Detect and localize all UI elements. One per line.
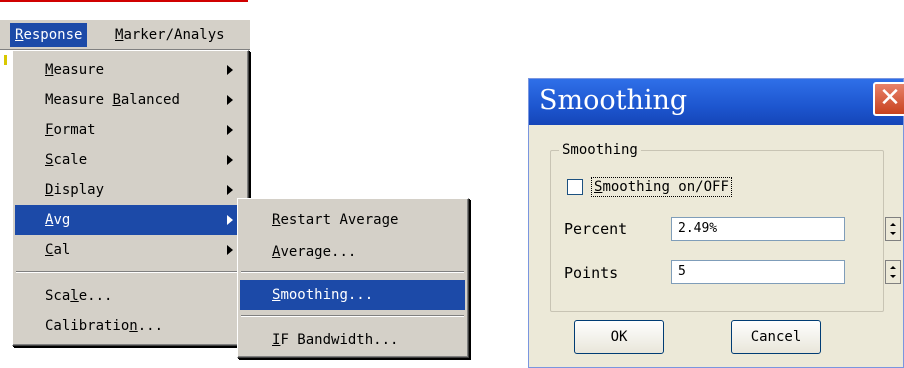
menu-separator	[241, 271, 464, 273]
points-input[interactable]: 5	[671, 260, 845, 284]
window-top-edge	[0, 0, 248, 2]
menu-item-display[interactable]: Display	[15, 175, 245, 205]
smoothing-dialog: Smoothing ✕ Smoothing Smoothing on/OFF P…	[528, 78, 904, 368]
submenu-item-average[interactable]: Average...	[240, 237, 465, 267]
submenu-item-if-bandwidth[interactable]: IF Bandwidth...	[240, 325, 465, 355]
ok-button[interactable]: OK	[574, 320, 664, 354]
menu-bar: Response Marker/Analys	[0, 20, 250, 50]
menu-item-cal[interactable]: Cal	[15, 235, 245, 265]
submenu-arrow-icon	[227, 215, 233, 225]
avg-submenu: Restart Average Average... Smoothing... …	[237, 198, 469, 358]
menu-item-avg[interactable]: Avg	[15, 205, 245, 235]
dialog-titlebar: Smoothing ✕	[529, 79, 904, 125]
close-icon[interactable]: ✕	[873, 82, 904, 116]
submenu-item-smoothing[interactable]: Smoothing...	[240, 280, 465, 310]
percent-label: Percent	[564, 220, 628, 238]
submenu-arrow-icon	[227, 95, 233, 105]
submenu-arrow-icon	[227, 245, 233, 255]
smoothing-checkbox[interactable]	[567, 179, 583, 195]
points-label: Points	[564, 264, 619, 282]
percent-spinner-icon[interactable]	[885, 217, 901, 241]
submenu-item-restart-average[interactable]: Restart Average	[240, 205, 465, 235]
menu-item-scale-dialog[interactable]: Scale...	[15, 281, 245, 311]
menu-response[interactable]: Response	[10, 23, 88, 47]
submenu-arrow-icon	[227, 65, 233, 75]
menu-item-calibration[interactable]: Calibration...	[15, 311, 245, 341]
points-spinner-icon[interactable]	[885, 260, 901, 284]
menu-separator	[241, 315, 464, 317]
submenu-arrow-icon	[227, 185, 233, 195]
group-label: Smoothing	[559, 141, 641, 159]
menu-item-format[interactable]: Format	[15, 115, 245, 145]
menu-item-scale[interactable]: Scale	[15, 145, 245, 175]
trace-marker-left	[4, 55, 7, 65]
submenu-arrow-icon	[227, 155, 233, 165]
menu-marker-analysis[interactable]: Marker/Analys	[110, 23, 250, 47]
smoothing-groupbox: Smoothing Smoothing on/OFF Percent 2.49%…	[550, 141, 901, 312]
menu-separator	[16, 271, 244, 273]
smoothing-checkbox-label: Smoothing on/OFF	[591, 177, 732, 197]
response-menu: Measure Measure Balanced Format Scale Di…	[12, 50, 249, 346]
menu-item-measure-balanced[interactable]: Measure Balanced	[15, 85, 245, 115]
dialog-title: Smoothing	[539, 85, 688, 116]
cancel-button[interactable]: Cancel	[731, 320, 821, 354]
submenu-arrow-icon	[227, 125, 233, 135]
menu-item-measure[interactable]: Measure	[15, 55, 245, 85]
percent-input[interactable]: 2.49%	[671, 217, 845, 241]
